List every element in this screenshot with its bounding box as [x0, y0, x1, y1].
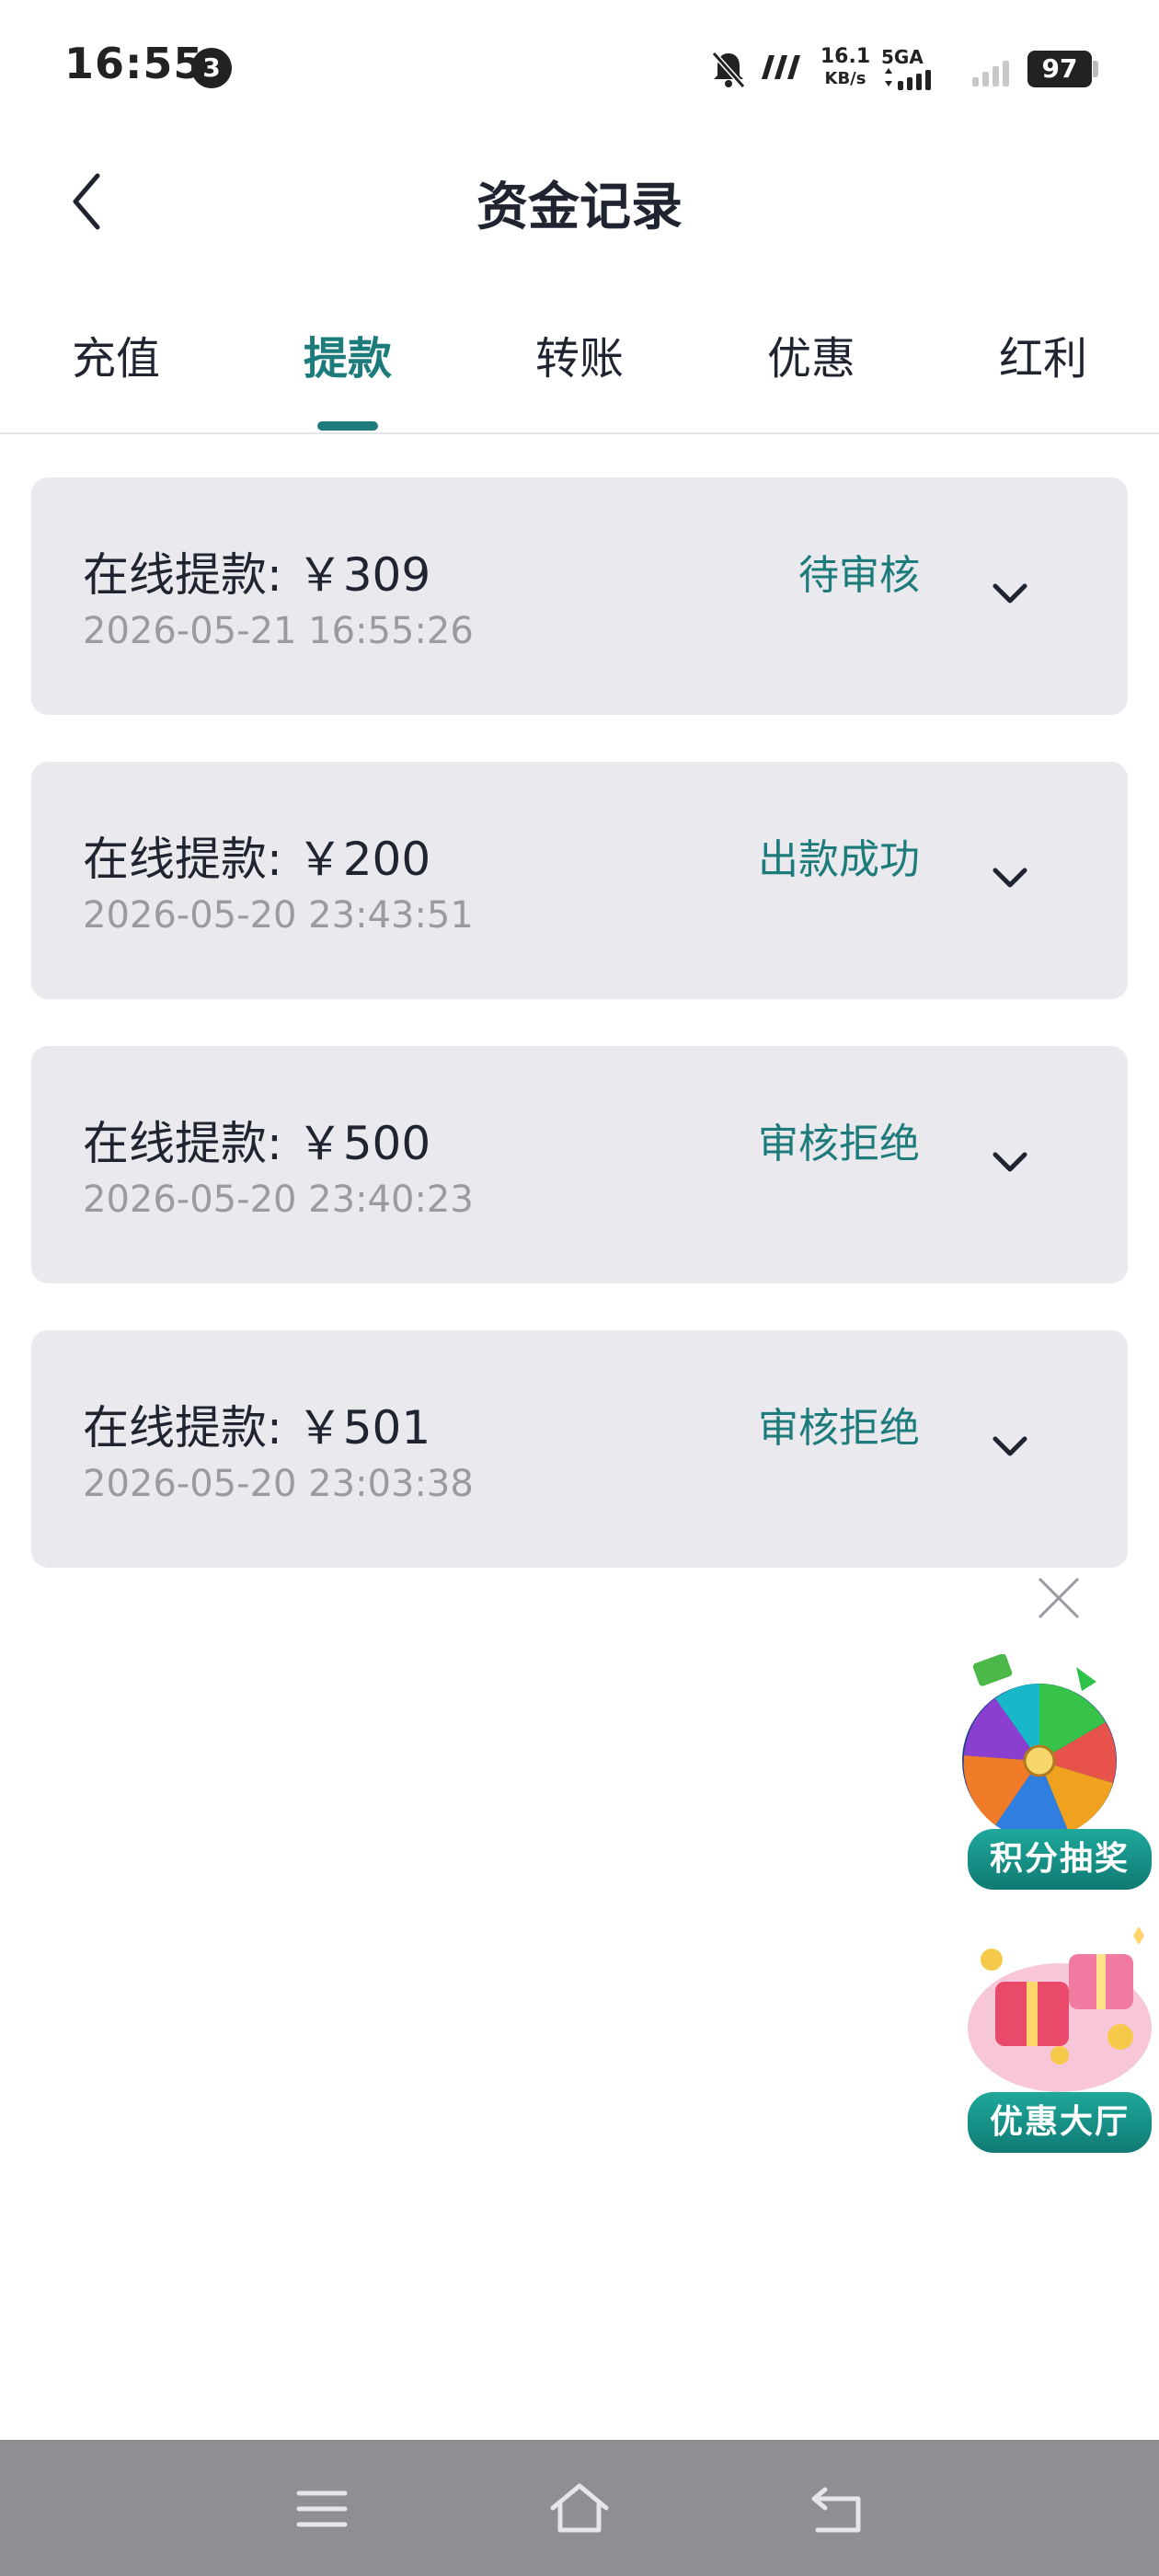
record-title: 在线提款: ￥309	[83, 548, 431, 602]
record-title: 在线提款: ￥200	[83, 833, 431, 886]
record-status: 出款成功	[758, 836, 920, 883]
record-status: 审核拒绝	[758, 1121, 920, 1167]
notification-count-badge: 3	[191, 48, 232, 88]
close-icon[interactable]	[1036, 1575, 1082, 1621]
chevron-down-icon[interactable]	[990, 581, 1030, 608]
gift-box-icon	[968, 1926, 1152, 2092]
battery-tip	[1093, 61, 1098, 77]
points-lottery-widget[interactable]: 积分抽奖	[958, 1654, 1159, 1890]
tab-bar: 充值 提款 转账 优惠 红利	[0, 304, 1159, 434]
record-status: 待审核	[798, 552, 920, 599]
tab-bonus[interactable]: 红利	[970, 322, 1117, 386]
tab-transfer[interactable]: 转账	[506, 322, 653, 386]
status-time: 16:55	[64, 39, 204, 88]
tab-deposit[interactable]: 充值	[42, 322, 189, 386]
network-type: 5GA	[881, 46, 924, 68]
chevron-down-icon[interactable]	[990, 1433, 1030, 1461]
hd-signal-icon	[762, 55, 800, 79]
chevron-down-icon[interactable]	[990, 865, 1030, 892]
active-tab-indicator	[317, 421, 378, 431]
record-title: 在线提款: ￥500	[83, 1117, 431, 1170]
tab-withdraw[interactable]: 提款	[274, 322, 421, 386]
promo-hall-label: 优惠大厅	[968, 2092, 1152, 2153]
record-status: 审核拒绝	[758, 1405, 920, 1452]
status-bar: 16:55 3 16.1 KB/s 5GA 97	[0, 0, 1159, 138]
record-time: 2026-05-20 23:03:38	[83, 1463, 474, 1505]
net-speed-value: 16.1	[820, 45, 871, 68]
record-card[interactable]: 在线提款: ￥200 2026-05-20 23:43:51 出款成功	[31, 762, 1128, 999]
record-time: 2026-05-21 16:55:26	[83, 610, 474, 652]
signal-strength-secondary-icon	[972, 61, 1009, 86]
record-card[interactable]: 在线提款: ￥501 2026-05-20 23:03:38 审核拒绝	[31, 1330, 1128, 1568]
prize-wheel-icon	[962, 1654, 1117, 1838]
battery-level: 97	[1027, 51, 1092, 87]
record-card[interactable]: 在线提款: ￥500 2026-05-20 23:40:23 审核拒绝	[31, 1046, 1128, 1283]
record-time: 2026-05-20 23:40:23	[83, 1179, 474, 1221]
bell-muted-icon	[711, 52, 746, 88]
record-time: 2026-05-20 23:43:51	[83, 894, 474, 937]
system-nav-bar	[0, 2440, 1159, 2576]
record-title: 在线提款: ￥501	[83, 1401, 431, 1455]
menu-icon[interactable]	[290, 2477, 354, 2541]
net-speed: 16.1 KB/s	[819, 46, 872, 90]
net-speed-unit: KB/s	[824, 69, 866, 88]
signal-strength-icon	[885, 68, 931, 90]
promo-hall-widget[interactable]: 优惠大厅	[958, 1917, 1159, 2153]
points-lottery-label: 积分抽奖	[968, 1829, 1152, 1890]
home-icon[interactable]	[547, 2477, 612, 2541]
record-card[interactable]: 在线提款: ￥309 2026-05-21 16:55:26 待审核	[31, 477, 1128, 715]
chevron-down-icon[interactable]	[990, 1149, 1030, 1177]
page-title: 资金记录	[476, 178, 683, 237]
tab-promotion[interactable]: 优惠	[738, 322, 885, 386]
back-icon[interactable]	[805, 2477, 869, 2541]
